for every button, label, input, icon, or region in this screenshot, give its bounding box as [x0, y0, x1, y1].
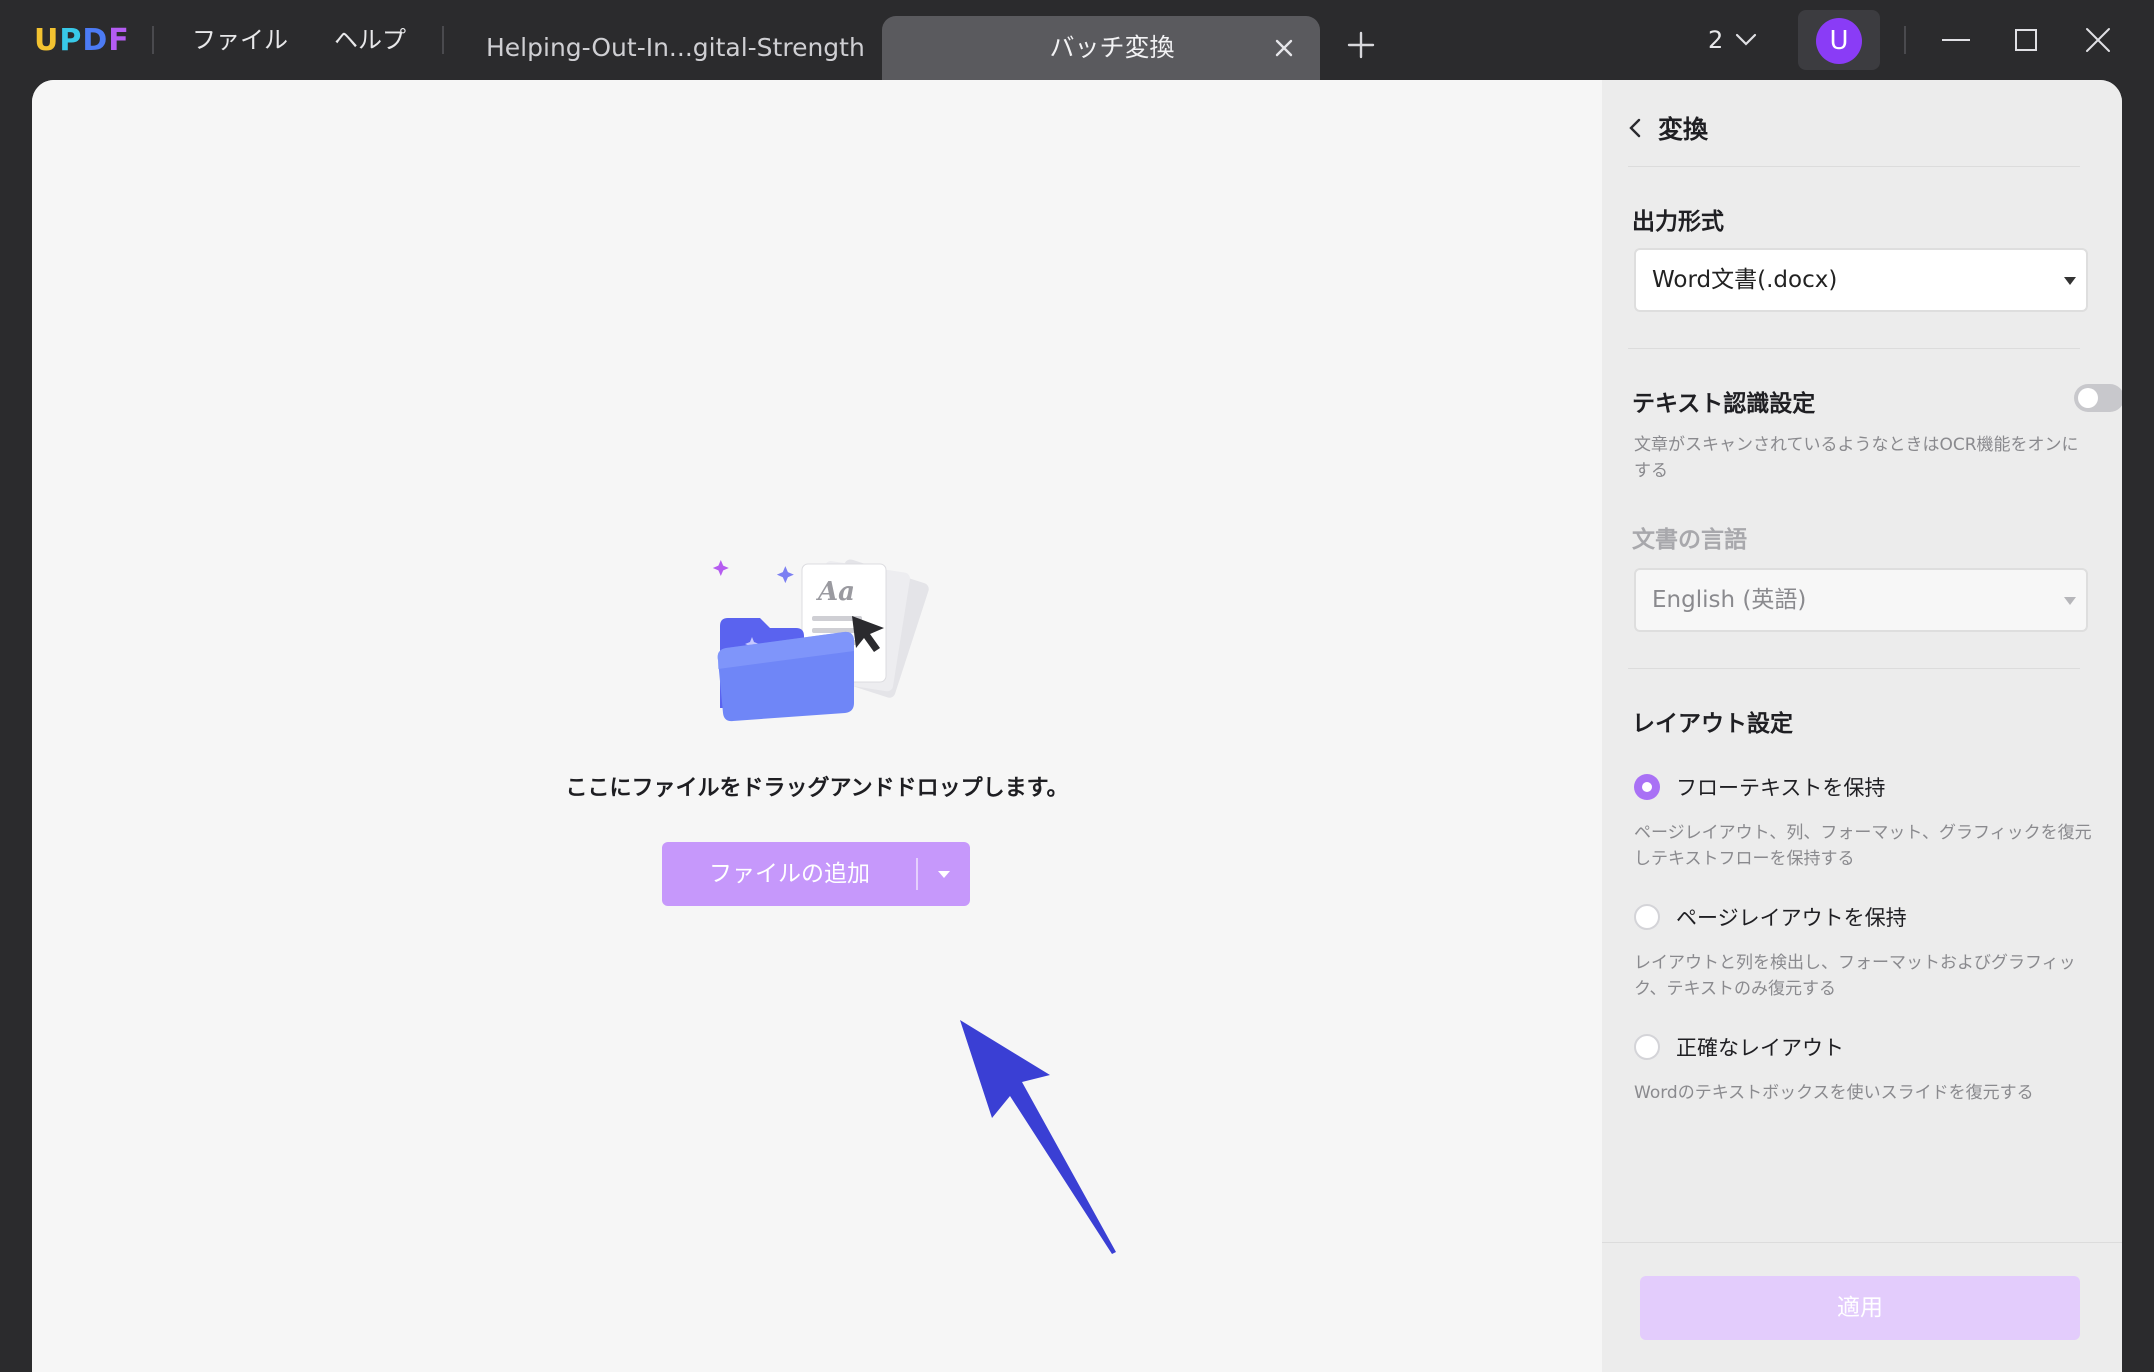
- title-bar: UPDF ファイル ヘルプ Helping-Out-In...gital-Str…: [0, 0, 2154, 80]
- panel-title: 変換: [1658, 115, 1709, 144]
- divider: [1904, 26, 1906, 54]
- output-format-select[interactable]: Word文書(.docx): [1634, 248, 2088, 312]
- tab-document[interactable]: Helping-Out-In...gital-Strength: [486, 16, 865, 80]
- output-format-title: 出力形式: [1632, 209, 1724, 235]
- document-language-title: 文書の言語: [1632, 527, 1747, 553]
- page-switcher[interactable]: 2: [1708, 22, 1757, 58]
- exact-layout-description: Wordのテキストボックスを使いスライドを復元する: [1634, 1083, 2034, 1103]
- radio-page-layout[interactable]: ページレイアウトを保持: [1634, 902, 1907, 932]
- flow-text-description: ページレイアウト、列、フォーマット、グラフィックを復元しテキストフローを保持する: [1634, 823, 2092, 869]
- batch-convert-window: Aa ここにファイルをドラッグアンドドロップします。 ファイルの追加 変換 出力…: [32, 80, 2122, 1372]
- add-files-button[interactable]: ファイルの追加: [662, 842, 970, 906]
- minimize-icon[interactable]: [1936, 20, 1976, 60]
- chevron-down-icon: [1736, 33, 1757, 46]
- divider: [1628, 668, 2080, 669]
- radio-selected-icon[interactable]: [1634, 774, 1660, 800]
- close-window-icon[interactable]: [2078, 20, 2118, 60]
- maximize-icon[interactable]: [2006, 20, 2046, 60]
- document-language-value: English (英語): [1652, 587, 1807, 613]
- divider: [1602, 1242, 2122, 1243]
- radio-label: ページレイアウトを保持: [1676, 906, 1907, 930]
- drop-instruction: ここにファイルをドラッグアンドドロップします。: [565, 776, 1069, 801]
- close-tab-icon[interactable]: [1270, 34, 1298, 62]
- ocr-settings-title: テキスト認識設定: [1632, 391, 1816, 417]
- account-button[interactable]: U: [1798, 10, 1880, 70]
- add-files-label: ファイルの追加: [709, 861, 870, 887]
- tab-batch-convert[interactable]: バッチ変換: [882, 16, 1320, 80]
- updf-logo: UPDF: [34, 22, 130, 58]
- apply-button[interactable]: 適用: [1640, 1276, 2080, 1340]
- ocr-toggle[interactable]: [2074, 384, 2122, 412]
- radio-exact-layout[interactable]: 正確なレイアウト: [1634, 1032, 1844, 1062]
- dropdown-arrow-icon: [2064, 597, 2076, 605]
- divider: [1628, 348, 2080, 349]
- dropdown-arrow-icon: [2064, 277, 2076, 285]
- ocr-description: 文章がスキャンされているようなときはOCR機能をオンにする: [1634, 435, 2079, 481]
- page-count: 2: [1708, 26, 1724, 54]
- divider: [152, 26, 154, 54]
- toggle-knob: [2078, 388, 2098, 408]
- divider: [442, 26, 444, 54]
- back-button[interactable]: 変換: [1628, 108, 1708, 148]
- radio-label: 正確なレイアウト: [1676, 1036, 1844, 1060]
- radio-unselected-icon[interactable]: [1634, 1034, 1660, 1060]
- radio-flow-text[interactable]: フローテキストを保持: [1634, 772, 1885, 802]
- caret-down-icon[interactable]: [918, 842, 970, 906]
- convert-settings-panel: 変換 出力形式 Word文書(.docx) テキスト認識設定 文章がスキャンされ…: [1602, 80, 2122, 1372]
- radio-unselected-icon[interactable]: [1634, 904, 1660, 930]
- chevron-left-icon: [1629, 118, 1641, 138]
- layout-settings-title: レイアウト設定: [1632, 711, 1793, 737]
- drop-zone[interactable]: Aa ここにファイルをドラッグアンドドロップします。 ファイルの追加: [32, 80, 1602, 1372]
- menu-help[interactable]: ヘルプ: [334, 22, 406, 58]
- tab-label: バッチ変換: [1049, 33, 1175, 62]
- menu-file[interactable]: ファイル: [192, 22, 288, 58]
- divider: [1628, 166, 2080, 167]
- output-format-value: Word文書(.docx): [1652, 267, 1838, 293]
- radio-label: フローテキストを保持: [1676, 776, 1886, 800]
- document-language-select[interactable]: English (英語): [1634, 568, 2088, 632]
- page-layout-description: レイアウトと列を検出し、フォーマットおよびグラフィック、テキストのみ復元する: [1634, 953, 2076, 999]
- avatar: U: [1816, 18, 1862, 64]
- pointer-arrow-annotation: [960, 1020, 1116, 1254]
- folder-documents-illustration: Aa: [712, 559, 929, 722]
- add-tab-icon[interactable]: [1346, 30, 1376, 60]
- svg-text:Aa: Aa: [815, 577, 855, 607]
